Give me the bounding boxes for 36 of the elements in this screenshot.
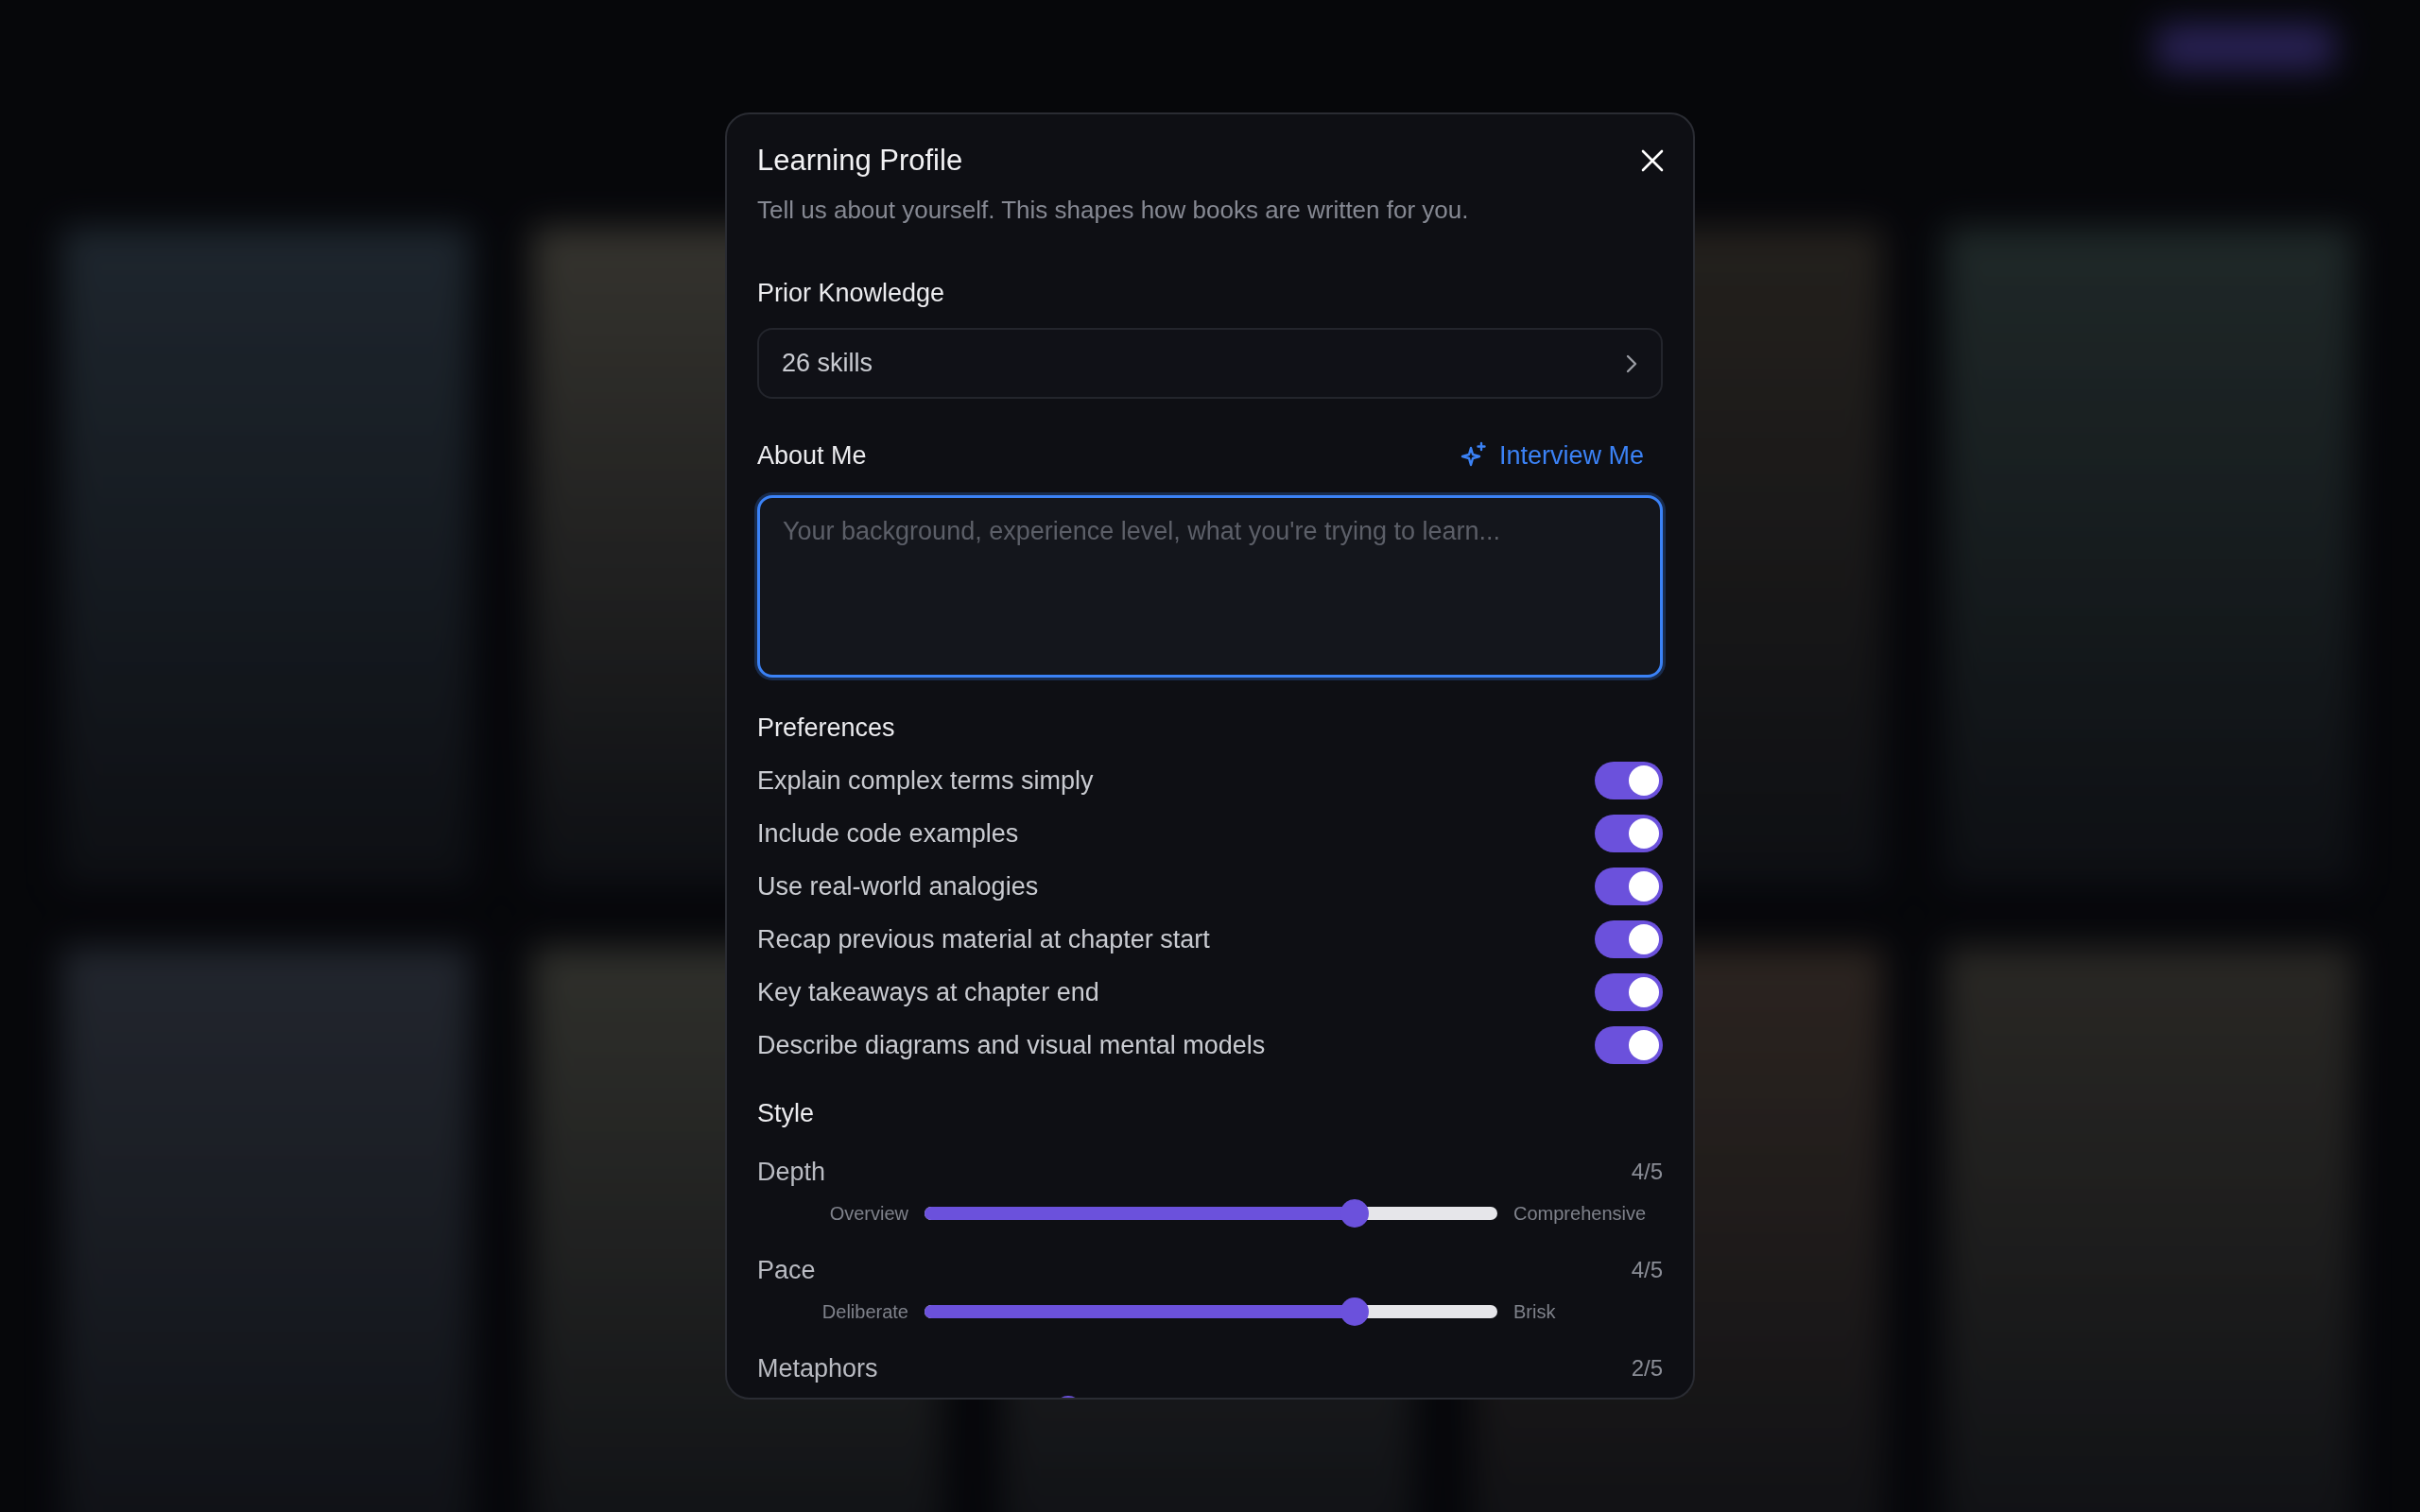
- slider-value: 4/5: [1631, 1257, 1663, 1283]
- about-me-field[interactable]: Your background, experience level, what you're trying to learn...: [757, 495, 1663, 678]
- preference-label: Explain complex terms simply: [757, 765, 1094, 796]
- toggle-switch[interactable]: [1595, 973, 1663, 1011]
- slider-thumb[interactable]: [1340, 1297, 1369, 1326]
- section-heading: Style: [757, 1098, 816, 1129]
- dialog-title: Learning Profile: [757, 144, 963, 178]
- slider-min-label: Overview: [828, 1202, 908, 1225]
- selector-value: 26 skills: [782, 349, 873, 378]
- preference-label: Recap previous material at chapter start: [757, 924, 1210, 954]
- slider-thumb[interactable]: [1340, 1199, 1369, 1228]
- preference-label: Key takeaways at chapter end: [757, 977, 1099, 1007]
- preference-label: Include code examples: [757, 818, 1019, 849]
- preference-label: Use real-world analogies: [757, 871, 1039, 902]
- slider-max-label: Brisk: [1513, 1300, 1557, 1323]
- toggle-switch[interactable]: [1595, 762, 1663, 799]
- close-icon[interactable]: [1640, 148, 1665, 173]
- dialog-subtitle: Tell us about yourself. This shapes how books are written for you.: [757, 195, 1470, 226]
- interview-me-button[interactable]: Interview Me: [1459, 440, 1663, 471]
- section-heading: Preferences: [757, 713, 896, 744]
- slider-min-label: Deliberate: [821, 1300, 908, 1323]
- toggle-switch[interactable]: [1595, 815, 1663, 852]
- preference-label: Describe diagrams and visual mental models: [757, 1030, 1266, 1060]
- slider-value: 4/5: [1631, 1159, 1663, 1185]
- section-label: About Me: [757, 440, 867, 472]
- section-label: Prior Knowledge: [757, 278, 946, 309]
- chevron-right-icon: [1625, 352, 1638, 374]
- slider-label: Metaphors: [757, 1353, 878, 1383]
- toggle-switch[interactable]: [1595, 920, 1663, 958]
- toggle-switch[interactable]: [1595, 868, 1663, 905]
- toggle-switch[interactable]: [1595, 1026, 1663, 1064]
- slider-label: Pace: [757, 1255, 816, 1285]
- slider-value: 2/5: [1631, 1355, 1663, 1382]
- slider-max-label: Comprehensive: [1513, 1202, 1648, 1225]
- skills-selector[interactable]: 26 skills: [757, 328, 1663, 399]
- slider-label: Depth: [757, 1157, 826, 1187]
